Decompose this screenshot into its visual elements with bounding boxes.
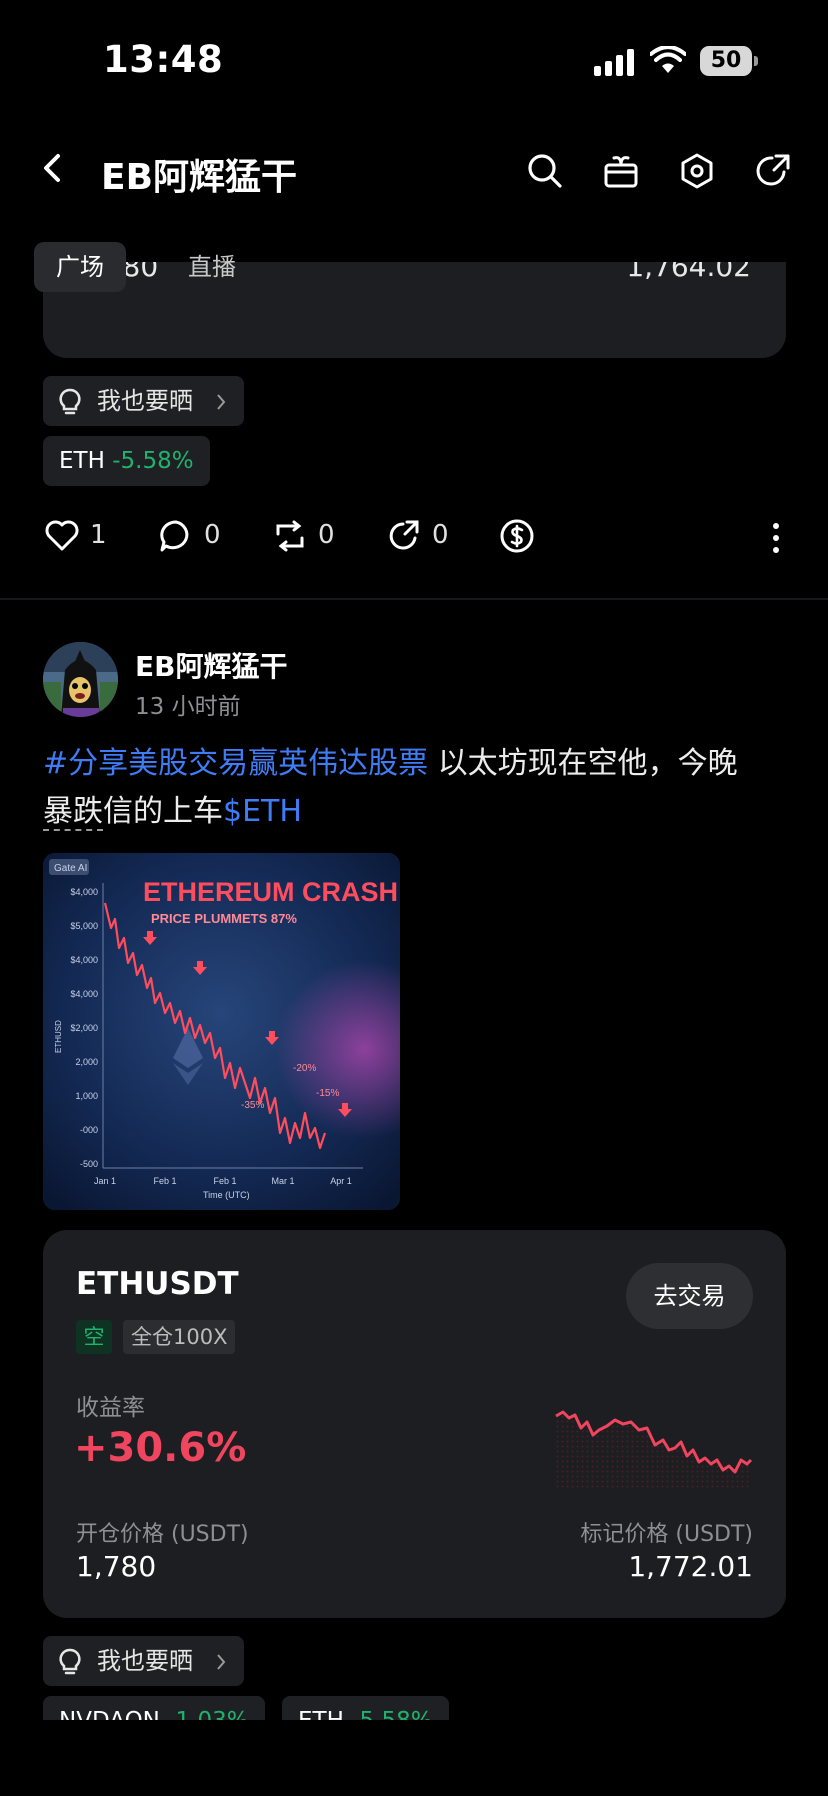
trade-position-card[interactable]: ETHUSDT 去交易 空 全仓100X 收益率 +30.6% 开仓价格 (US… — [43, 1230, 786, 1618]
tab-live[interactable]: 直播 — [172, 242, 252, 292]
repost-count: 0 — [318, 520, 335, 550]
return-value: +30.6% — [74, 1425, 247, 1471]
repost-icon — [276, 520, 304, 552]
image-y-axis-label: ETHUSD — [54, 1020, 63, 1053]
price-sparkline — [555, 1410, 753, 1488]
back-arrow-icon[interactable] — [36, 148, 68, 188]
coin-name: ETH — [59, 448, 105, 474]
battery-icon: 50 — [700, 46, 758, 76]
image-headline: ETHEREUM CRASH! — [143, 877, 400, 907]
gift-icon[interactable] — [602, 152, 640, 190]
comment-icon — [160, 520, 189, 552]
bottom-fade — [0, 1720, 828, 1796]
image-annotation-3: -15% — [316, 1088, 339, 1099]
wifi-icon — [650, 46, 686, 73]
share-too-chip-2[interactable]: 我也要晒 — [43, 1636, 244, 1686]
tab-square[interactable]: 广场 — [34, 242, 126, 292]
author-name[interactable]: EB阿辉猛干 — [135, 645, 287, 685]
open-price-label: 开仓价格 (USDT) — [76, 1522, 249, 1547]
share-too-label: 我也要晒 — [97, 387, 193, 415]
return-label: 收益率 — [76, 1395, 145, 1421]
share-too-label: 我也要晒 — [97, 1647, 193, 1675]
like-button[interactable]: 1 — [44, 510, 114, 562]
settings-hexagon-icon[interactable] — [678, 152, 716, 190]
leverage-badge: 全仓100X — [123, 1320, 236, 1354]
post-content: #分享美股交易赢英伟达股票 以太坊现在空他，今晚暴跌信的上车$ETH — [43, 740, 788, 836]
image-y-tick: $4,000 — [70, 887, 98, 897]
coin-chip-eth[interactable]: ETH -5.58% — [43, 436, 210, 486]
more-options-icon[interactable] — [764, 520, 788, 556]
share-too-chip[interactable]: 我也要晒 — [43, 376, 244, 426]
image-subhead: PRICE PLUMMETS 87% — [151, 911, 297, 926]
status-time: 13:48 — [103, 38, 224, 81]
image-x-tick: Feb 1 — [153, 1176, 176, 1186]
image-y-tick: -000 — [80, 1125, 98, 1135]
post-text-dotted: 暴跌 — [43, 794, 103, 831]
post-time: 13 小时前 — [135, 694, 241, 720]
avatar-image — [43, 642, 118, 717]
avatar[interactable] — [43, 642, 118, 717]
heart-icon — [45, 520, 79, 551]
post-divider — [0, 598, 828, 600]
tip-button[interactable] — [499, 510, 539, 562]
repost-button[interactable]: 0 — [272, 510, 342, 562]
share-post-button[interactable]: 0 — [386, 510, 456, 562]
previous-trade-card[interactable]: 1,780 1,764.02 — [43, 260, 786, 358]
post-text-part-1: 以太坊现在空他，今晚 — [428, 746, 738, 781]
post-actions-bar: 1 0 0 0 — [0, 510, 828, 562]
mark-price-value: 1,764.02 — [626, 260, 751, 283]
post-image[interactable]: Gate AI ETHEREUM CRASH! PRICE PLUMMETS 8… — [43, 853, 400, 1210]
battery-level: 50 — [700, 46, 752, 76]
mark-price-value: 1,772.01 — [628, 1550, 753, 1583]
cashtag-link[interactable]: $ETH — [223, 794, 302, 829]
image-y-tick: $4,000 — [70, 955, 98, 965]
image-y-tick: 2,000 — [75, 1057, 98, 1067]
page-title: EB阿辉猛干 — [101, 157, 298, 198]
trade-symbol: ETHUSDT — [76, 1266, 239, 1302]
like-count: 1 — [90, 520, 107, 550]
image-y-tick: 1,000 — [75, 1091, 98, 1101]
lightbulb-icon — [59, 1648, 81, 1675]
post-text-part-2: 信的上车 — [103, 794, 223, 829]
search-icon[interactable] — [526, 152, 564, 190]
go-trade-button[interactable]: 去交易 — [626, 1263, 753, 1329]
dollar-coin-icon — [500, 519, 534, 553]
image-x-tick: Jan 1 — [94, 1176, 116, 1186]
share-count: 0 — [432, 520, 449, 550]
comment-button[interactable]: 0 — [158, 510, 228, 562]
image-x-axis-label: Time (UTC) — [203, 1190, 250, 1200]
coin-change: -5.58% — [112, 448, 194, 474]
image-x-tick: Mar 1 — [271, 1176, 294, 1186]
chevron-right-icon — [217, 1654, 226, 1670]
image-x-tick: Apr 1 — [330, 1176, 352, 1186]
image-annotation-1: -20% — [293, 1063, 316, 1074]
side-badge: 空 — [76, 1320, 112, 1354]
share-arrow-icon — [389, 520, 419, 550]
chevron-right-icon — [217, 394, 226, 410]
image-x-tick: Feb 1 — [213, 1176, 236, 1186]
share-icon[interactable] — [754, 152, 792, 190]
lightbulb-icon — [59, 388, 81, 415]
comment-count: 0 — [204, 520, 221, 550]
status-bar: 13:48 50 — [0, 0, 828, 120]
image-y-tick: $2,000 — [70, 1023, 98, 1033]
hashtag-link[interactable]: #分享美股交易赢英伟达股票 — [43, 746, 428, 781]
open-price-value: 1,780 — [76, 1550, 157, 1583]
image-annotation-2: -35% — [241, 1100, 264, 1111]
eth-crash-chart-image: Gate AI ETHEREUM CRASH! PRICE PLUMMETS 8… — [43, 853, 400, 1210]
image-y-tick: $5,000 — [70, 921, 98, 931]
image-badge: Gate AI — [54, 863, 87, 874]
image-y-tick: $4,000 — [70, 989, 98, 999]
top-nav-bar: EB阿辉猛干 — [0, 130, 828, 216]
image-y-tick: -500 — [80, 1159, 98, 1169]
mark-price-label: 标记价格 (USDT) — [580, 1522, 753, 1547]
cellular-signal-icon — [594, 49, 634, 76]
